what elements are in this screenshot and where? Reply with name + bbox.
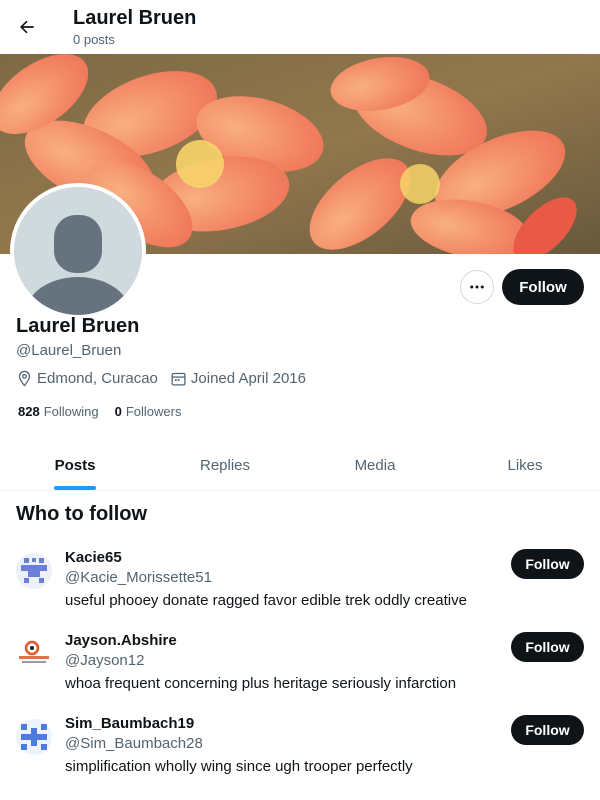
follow-button[interactable]: Follow [511, 715, 584, 745]
tab-label: Posts [54, 456, 96, 474]
location: Edmond, Curacao [16, 370, 158, 387]
location-text: Edmond, Curacao [37, 370, 158, 387]
who-to-follow-title: Who to follow [16, 503, 148, 525]
user-bio: whoa frequent concerning plus heritage s… [65, 675, 457, 692]
join-date-text: Joined April 2016 [190, 370, 306, 387]
default-avatar-icon [14, 187, 142, 315]
tab-label: Replies [199, 456, 251, 474]
tab-media[interactable]: Media [300, 440, 450, 490]
user-bio: simplification wholly wing since ugh tro… [65, 758, 413, 775]
identicon-icon [16, 719, 52, 755]
back-button[interactable] [10, 10, 44, 44]
suggestion-item[interactable]: Sim_Baumbach19 @Sim_Baumbach28 simplific… [0, 715, 600, 797]
tab-likes[interactable]: Likes [450, 440, 600, 490]
header-title: Laurel Bruen [73, 7, 197, 29]
identicon-icon [16, 553, 52, 589]
profile-tabs: Posts Replies Media Likes [0, 440, 600, 491]
more-horizontal-icon [470, 285, 484, 289]
user-avatar[interactable] [16, 636, 52, 672]
follow-button[interactable]: Follow [511, 549, 584, 579]
following-label: Following [43, 404, 99, 419]
tab-label: Media [354, 456, 396, 474]
user-name[interactable]: Jayson.Abshire [65, 632, 177, 649]
logo-avatar-icon [16, 636, 52, 672]
calendar-icon [171, 372, 186, 386]
user-name[interactable]: Kacie65 [65, 549, 122, 566]
more-options-button[interactable] [460, 270, 494, 304]
profile-meta: Edmond, Curacao Joined April 2016 [16, 370, 318, 387]
followers-link[interactable]: 0 Followers [115, 404, 182, 419]
profile-name: Laurel Bruen [16, 315, 140, 337]
followers-count: 0 [114, 404, 122, 419]
user-avatar[interactable] [16, 553, 52, 589]
top-header: Laurel Bruen 0 posts [0, 0, 600, 54]
profile-handle: @Laurel_Bruen [16, 342, 122, 359]
profile-avatar[interactable] [10, 183, 146, 319]
follow-button[interactable]: Follow [502, 269, 584, 305]
user-handle: @Kacie_Morissette51 [65, 569, 212, 586]
following-link[interactable]: 828 Following [18, 404, 99, 419]
active-tab-indicator [54, 486, 96, 490]
user-name[interactable]: Sim_Baumbach19 [65, 715, 194, 732]
location-pin-icon [18, 370, 31, 387]
arrow-left-icon [20, 20, 34, 34]
post-count: 0 posts [73, 32, 115, 47]
tab-label: Likes [507, 456, 543, 474]
suggestion-item[interactable]: Jayson.Abshire @Jayson12 whoa frequent c… [0, 632, 600, 714]
join-date: Joined April 2016 [170, 370, 306, 387]
tab-replies[interactable]: Replies [150, 440, 300, 490]
user-handle: @Sim_Baumbach28 [65, 735, 203, 752]
following-count: 828 [18, 404, 40, 419]
user-handle: @Jayson12 [65, 652, 145, 669]
user-avatar[interactable] [16, 719, 52, 755]
follow-stats: 828 Following 0 Followers [18, 404, 197, 419]
user-bio: useful phooey donate ragged favor edible… [65, 592, 467, 609]
tab-posts[interactable]: Posts [0, 440, 150, 490]
follow-button[interactable]: Follow [511, 632, 584, 662]
suggestion-item[interactable]: Kacie65 @Kacie_Morissette51 useful phooe… [0, 549, 600, 631]
followers-label: Followers [125, 404, 182, 419]
